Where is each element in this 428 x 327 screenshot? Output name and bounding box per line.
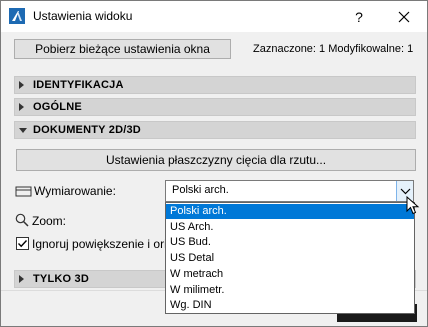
section-only-3d-label: TYLKO 3D xyxy=(33,273,89,285)
dimensioning-option[interactable]: Wg. DIN xyxy=(166,298,414,313)
expand-arrow-icon xyxy=(19,81,24,89)
dimensioning-options-list: Polski arch. US Arch. US Bud. US Detal W… xyxy=(165,202,415,314)
ignore-zoom-checkbox[interactable] xyxy=(16,237,29,250)
checkmark-icon xyxy=(18,240,28,248)
section-identification-label: IDENTYFIKACJA xyxy=(33,79,124,91)
settings-dialog: Ustawienia widoku ? Pobierz bieżące usta… xyxy=(0,0,428,327)
dimensioning-value: Polski arch. xyxy=(172,184,229,196)
dimensioning-option[interactable]: Polski arch. xyxy=(166,204,414,219)
cut-plane-settings-button[interactable]: Ustawienia płaszczyzny cięcia dla rzutu.… xyxy=(16,149,416,171)
dimensioning-option[interactable]: W milimetr. xyxy=(166,283,414,298)
expand-arrow-icon xyxy=(19,103,24,111)
zoom-label: Zoom: xyxy=(32,214,67,228)
section-identification[interactable]: IDENTYFIKACJA xyxy=(14,76,416,94)
dimensioning-select[interactable]: Polski arch. xyxy=(165,180,414,202)
section-general[interactable]: OGÓLNE xyxy=(14,98,416,116)
expand-arrow-icon xyxy=(19,275,24,283)
help-button[interactable]: ? xyxy=(349,7,369,27)
selection-status: Zaznaczone: 1 Modyfikowalne: 1 xyxy=(253,43,414,55)
title-bar: Ustawienia widoku ? xyxy=(1,1,427,32)
dimension-icon xyxy=(15,186,32,197)
dimensioning-option[interactable]: US Detal xyxy=(166,251,414,266)
section-documents[interactable]: DOKUMENTY 2D/3D xyxy=(14,121,416,139)
get-current-settings-button[interactable]: Pobierz bieżące ustawienia okna xyxy=(14,39,231,59)
close-icon[interactable] xyxy=(393,6,415,28)
dimensioning-option[interactable]: US Bud. xyxy=(166,235,414,250)
window-title: Ustawienia widoku xyxy=(33,9,133,23)
mouse-cursor-icon xyxy=(406,196,420,215)
dimensioning-label: Wymiarowanie: xyxy=(34,184,116,198)
section-documents-label: DOKUMENTY 2D/3D xyxy=(33,124,141,136)
ignore-zoom-label: Ignoruj powiększenie i ori xyxy=(32,237,167,251)
collapse-arrow-icon xyxy=(19,128,27,133)
section-general-label: OGÓLNE xyxy=(33,101,82,113)
dimensioning-option[interactable]: US Arch. xyxy=(166,220,414,235)
archicad-logo-icon xyxy=(9,8,25,24)
dimensioning-option[interactable]: W metrach xyxy=(166,267,414,282)
zoom-icon xyxy=(15,213,29,227)
